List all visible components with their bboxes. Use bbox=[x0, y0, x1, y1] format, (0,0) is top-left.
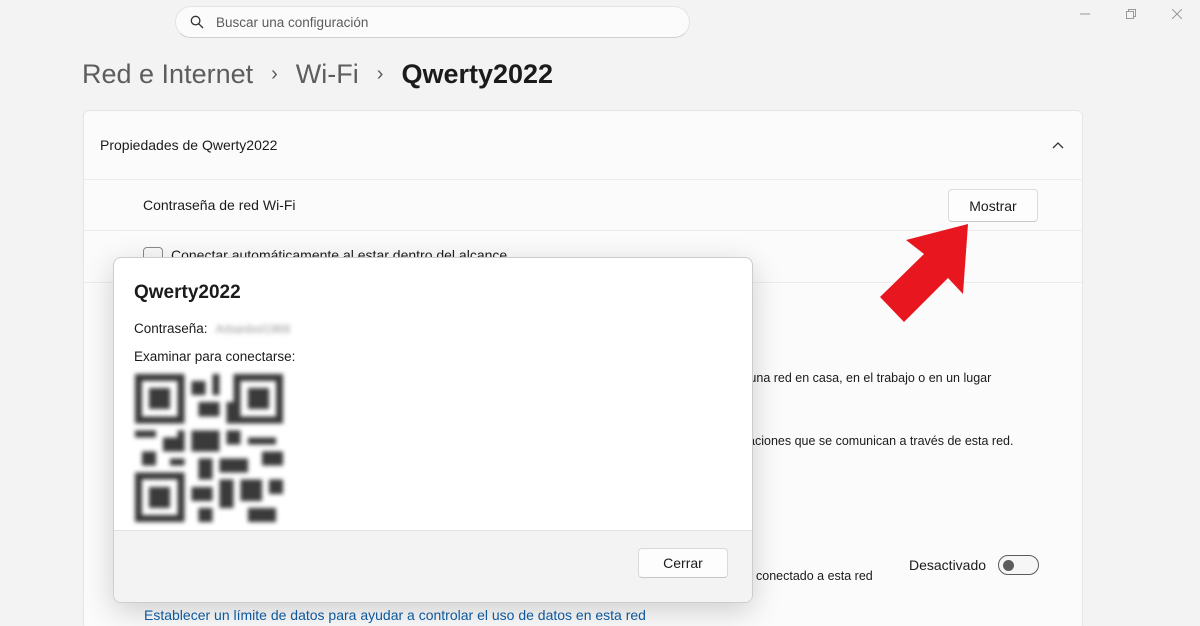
search-box[interactable] bbox=[175, 6, 690, 38]
red-arrow-icon bbox=[880, 224, 968, 322]
restore-icon bbox=[1126, 9, 1136, 19]
close-icon bbox=[1172, 9, 1182, 19]
properties-header[interactable]: Propiedades de Qwerty2022 bbox=[84, 111, 1082, 180]
minimize-button[interactable] bbox=[1062, 0, 1108, 28]
breadcrumb-item-wifi[interactable]: Wi-Fi bbox=[296, 59, 359, 90]
minimize-icon bbox=[1080, 13, 1090, 15]
metered-description: conectado a esta red bbox=[756, 569, 873, 583]
dialog-password-row: Contraseña: Arbanbol1968 bbox=[134, 321, 290, 336]
chevron-right-icon: › bbox=[376, 62, 384, 85]
show-password-button[interactable]: Mostrar bbox=[948, 189, 1038, 222]
metered-toggle-label: Desactivado bbox=[909, 557, 987, 573]
search-icon bbox=[190, 15, 204, 29]
dialog-title: Qwerty2022 bbox=[134, 282, 241, 303]
network-profile-description: a una red en casa, en el trabajo o en un… bbox=[739, 371, 992, 385]
chevron-right-icon: › bbox=[271, 62, 278, 85]
dialog-scan-label: Examinar para conectarse: bbox=[134, 349, 296, 364]
breadcrumb-item-red-e-internet[interactable]: Red e Internet bbox=[82, 59, 253, 90]
search-input[interactable] bbox=[216, 14, 656, 30]
apps-description: icaciones que se comunican a través de e… bbox=[739, 434, 1014, 448]
metered-connection-toggle[interactable] bbox=[998, 555, 1039, 575]
properties-title: Propiedades de Qwerty2022 bbox=[100, 137, 278, 153]
close-window-button[interactable] bbox=[1154, 0, 1200, 28]
wifi-password-label: Contraseña de red Wi-Fi bbox=[143, 197, 296, 213]
page-title: Qwerty2022 bbox=[401, 58, 554, 89]
close-dialog-button[interactable]: Cerrar bbox=[638, 548, 728, 578]
dialog-footer: Cerrar bbox=[114, 530, 752, 602]
data-limit-link[interactable]: Establecer un límite de datos para ayuda… bbox=[144, 607, 646, 623]
dialog-password-label: Contraseña: bbox=[134, 321, 208, 336]
restore-button[interactable] bbox=[1108, 0, 1154, 28]
wifi-password-dialog: Qwerty2022 Contraseña: Arbanbol1968 Exam… bbox=[113, 257, 753, 603]
dialog-password-value: Arbanbol1968 bbox=[215, 321, 291, 336]
breadcrumb: Red e Internet › Wi-Fi › Qwerty2022 bbox=[82, 56, 553, 92]
toggle-knob bbox=[1003, 560, 1014, 571]
qr-code-image bbox=[135, 374, 283, 522]
chevron-up-icon[interactable] bbox=[1052, 140, 1064, 150]
